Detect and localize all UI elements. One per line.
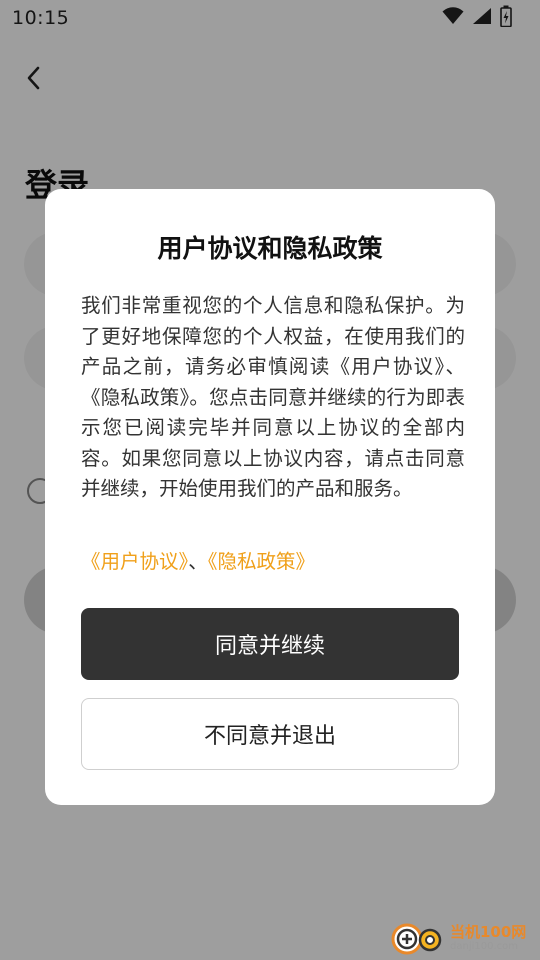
user-agreement-link[interactable]: 《用户协议》: [81, 550, 188, 573]
dialog-links: 《用户协议》、《隐私政策》: [81, 545, 315, 574]
dialog-body-text: 我们非常重视您的个人信息和隐私保护。为了更好地保障您的个人权益，在使用我们的产品…: [81, 294, 465, 500]
watermark-text: 当机100网 danji100.com: [450, 922, 527, 952]
watermark: 当机100网 danji100.com: [390, 918, 538, 958]
privacy-dialog: 用户协议和隐私政策 我们非常重视您的个人信息和隐私保护。为了更好地保障您的个人权…: [45, 189, 495, 805]
dialog-title: 用户协议和隐私政策: [157, 234, 383, 263]
watermark-logo-icon: [391, 923, 442, 955]
agree-continue-button[interactable]: 同意并继续: [81, 608, 459, 680]
link-separator: 、: [188, 550, 208, 573]
watermark-domain: danji100.com: [450, 940, 518, 952]
watermark-brand: 当机100网: [450, 922, 527, 941]
disagree-exit-button[interactable]: 不同意并退出: [81, 698, 459, 770]
privacy-policy-link[interactable]: 《隐私政策》: [208, 550, 315, 573]
